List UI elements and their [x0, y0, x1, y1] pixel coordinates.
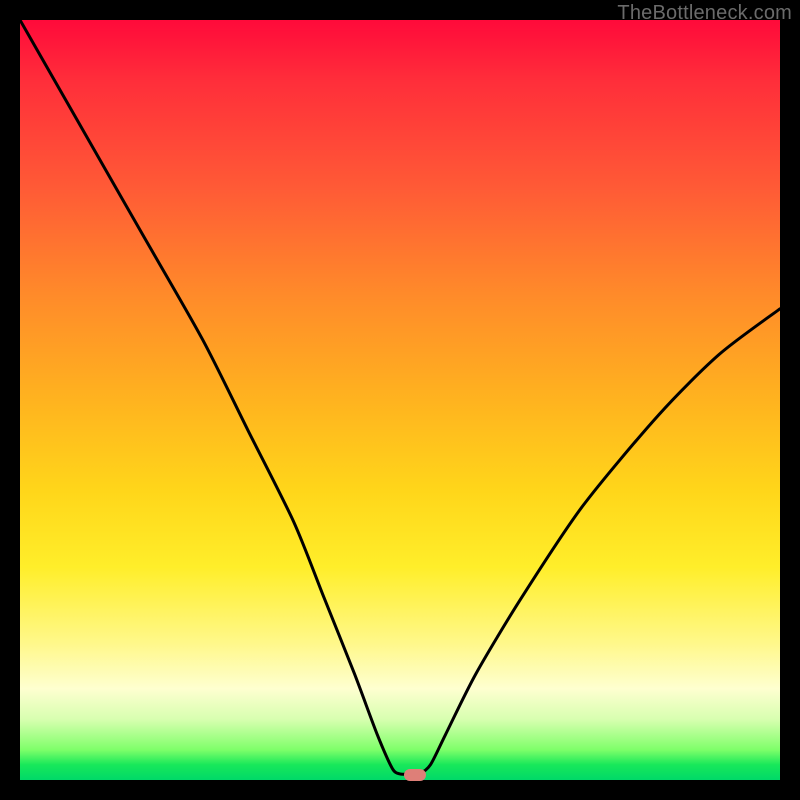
plot-area: [20, 20, 780, 780]
optimum-marker: [404, 769, 426, 781]
watermark-text: TheBottleneck.com: [617, 2, 792, 25]
curve-svg: [20, 20, 780, 780]
bottleneck-curve: [20, 20, 780, 774]
chart-frame: TheBottleneck.com: [0, 0, 800, 800]
